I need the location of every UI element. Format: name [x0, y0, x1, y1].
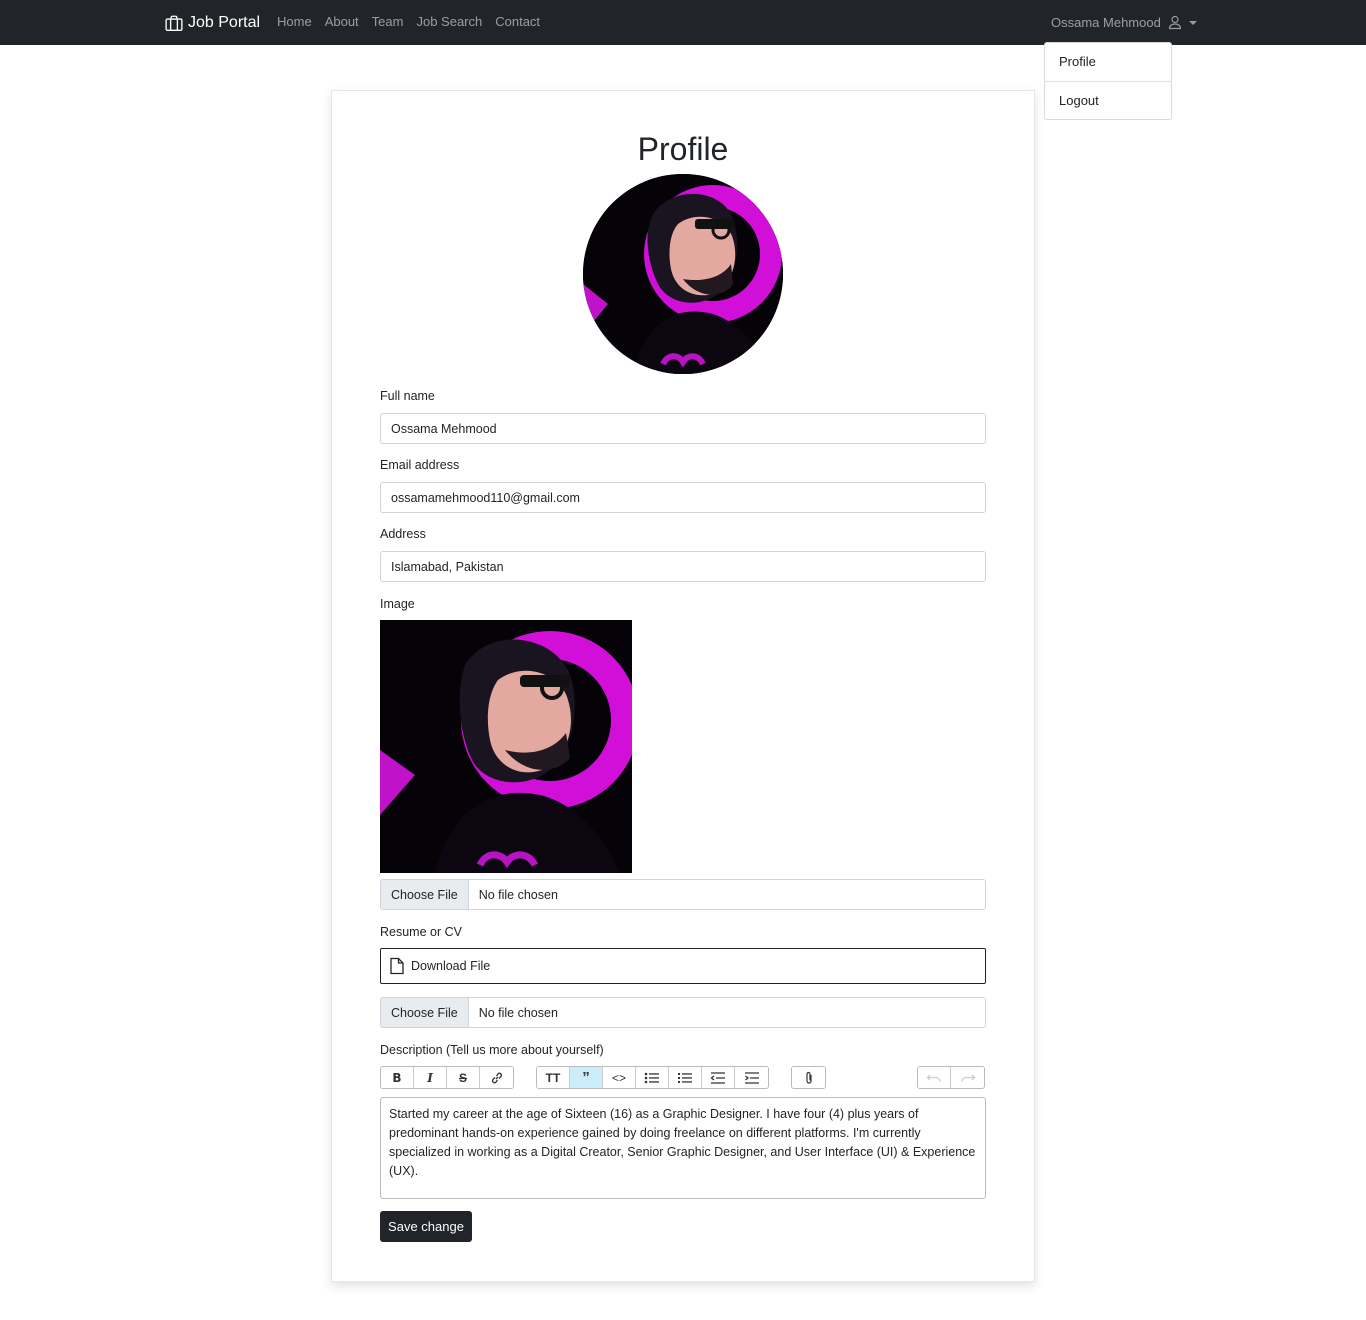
- user-name: Ossama Mehmood: [1051, 14, 1161, 30]
- italic-icon[interactable]: I: [414, 1067, 447, 1088]
- email-label: Email address: [380, 458, 460, 472]
- number-list-icon[interactable]: [669, 1067, 702, 1088]
- bullet-list-icon[interactable]: [636, 1067, 669, 1088]
- resume-file-status: No file chosen: [478, 1005, 558, 1020]
- briefcase-icon: [165, 14, 183, 32]
- nav-contact[interactable]: Contact: [495, 14, 540, 29]
- text-format-group: B I S: [380, 1066, 514, 1089]
- resume-label: Resume or CV: [380, 925, 462, 939]
- nav-team[interactable]: Team: [372, 14, 404, 29]
- nav-about[interactable]: About: [325, 14, 359, 29]
- brand-name: Job Portal: [188, 14, 261, 31]
- dropdown-item-profile[interactable]: Profile: [1045, 43, 1171, 81]
- editor-toolbar: B I S TT ” <>: [380, 1066, 986, 1089]
- image-file-status: No file chosen: [478, 887, 558, 902]
- nav-home[interactable]: Home: [277, 14, 312, 29]
- chevron-down-icon: [1188, 20, 1197, 25]
- address-input[interactable]: Islamabad, Pakistan: [380, 551, 986, 582]
- description-editor[interactable]: Started my career at the age of Sixteen …: [380, 1097, 986, 1199]
- strikethrough-icon[interactable]: S: [447, 1067, 480, 1088]
- block-format-group: TT ” <>: [536, 1066, 769, 1089]
- dropdown-item-logout[interactable]: Logout: [1045, 82, 1171, 120]
- description-label: Description (Tell us more about yourself…: [380, 1043, 604, 1057]
- user-menu-toggle[interactable]: Ossama Mehmood: [1051, 14, 1197, 30]
- address-label: Address: [380, 527, 426, 541]
- history-group: [917, 1066, 985, 1089]
- full-name-label: Full name: [380, 389, 435, 403]
- nav-job-search[interactable]: Job Search: [416, 14, 482, 29]
- email-input[interactable]: ossamamehmood110@gmail.com: [380, 482, 986, 513]
- bold-icon[interactable]: B: [381, 1067, 414, 1088]
- navbar: Job Portal Home About Team Job Search Co…: [0, 0, 1366, 45]
- person-icon: [1167, 14, 1183, 30]
- profile-image-preview: [380, 620, 632, 873]
- outdent-icon[interactable]: [702, 1067, 735, 1088]
- image-label: Image: [380, 597, 415, 611]
- link-icon[interactable]: [480, 1067, 513, 1088]
- file-icon: [389, 957, 405, 975]
- image-choose-file-button[interactable]: Choose File: [381, 880, 469, 909]
- attach-icon[interactable]: [792, 1067, 825, 1088]
- nav-links: Home About Team Job Search Contact: [277, 14, 540, 29]
- full-name-input[interactable]: Ossama Mehmood: [380, 413, 986, 444]
- save-change-button[interactable]: Save change: [380, 1211, 472, 1242]
- resume-choose-file-button[interactable]: Choose File: [381, 998, 469, 1027]
- page-title: Profile: [637, 131, 729, 167]
- attach-group: [791, 1066, 826, 1089]
- heading-icon[interactable]: TT: [537, 1067, 570, 1088]
- undo-icon[interactable]: [918, 1067, 951, 1088]
- quote-icon[interactable]: ”: [570, 1067, 603, 1088]
- download-file-button[interactable]: Download File: [380, 948, 986, 984]
- user-dropdown-menu: Profile Logout: [1044, 42, 1172, 120]
- profile-card: Profile Full name Ossama Mehmood Email a…: [331, 90, 1035, 1282]
- avatar: [583, 174, 783, 374]
- image-file-input[interactable]: Choose File No file chosen: [380, 879, 986, 910]
- redo-icon[interactable]: [951, 1067, 984, 1088]
- brand-link[interactable]: Job Portal: [165, 11, 260, 35]
- code-icon[interactable]: <>: [603, 1067, 636, 1088]
- resume-file-input[interactable]: Choose File No file chosen: [380, 997, 986, 1028]
- download-file-label: Download File: [411, 959, 491, 973]
- indent-icon[interactable]: [735, 1067, 768, 1088]
